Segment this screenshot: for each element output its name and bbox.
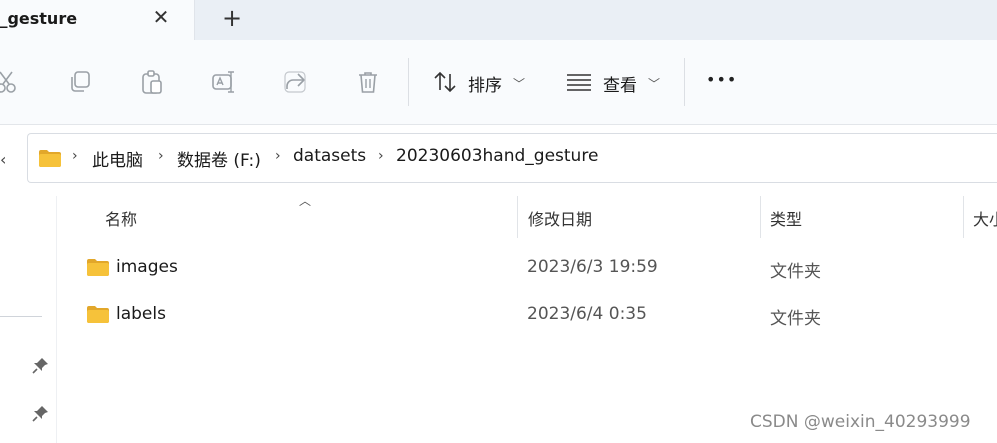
sort-ascending-icon: ︿ bbox=[299, 194, 312, 208]
chevron-right-icon: › bbox=[378, 148, 384, 164]
list-item[interactable]: labels 2023/6/4 0:35 文件夹 bbox=[60, 295, 997, 335]
paste-icon[interactable] bbox=[139, 69, 165, 95]
column-header-size-clip: 大小 bbox=[973, 196, 997, 238]
chevron-right-icon: › bbox=[72, 148, 78, 164]
breadcrumb-datasets[interactable]: datasets bbox=[293, 146, 366, 166]
nav-divider bbox=[0, 316, 42, 317]
delete-icon[interactable] bbox=[355, 69, 381, 95]
pin-icon[interactable] bbox=[32, 404, 50, 422]
sort-button[interactable]: 排序 ﹀ bbox=[430, 64, 530, 100]
more-options-icon[interactable]: ••• bbox=[706, 70, 737, 89]
breadcrumb-current-folder[interactable]: 20230603hand_gesture bbox=[396, 146, 598, 166]
folder-icon bbox=[39, 150, 61, 167]
tab-title: d_gesture bbox=[0, 9, 78, 28]
chevron-down-icon: ﹀ bbox=[648, 77, 661, 91]
chevron-right-icon: › bbox=[158, 148, 164, 164]
new-tab-icon[interactable]: + bbox=[219, 5, 245, 31]
chevron-right-icon: › bbox=[275, 148, 281, 164]
column-separator[interactable] bbox=[760, 196, 761, 238]
watermark-text: CSDN @weixin_40293999 bbox=[750, 412, 971, 432]
pin-icon[interactable] bbox=[32, 356, 50, 374]
breadcrumb-this-pc[interactable]: 此电脑 bbox=[92, 146, 143, 171]
chevron-left-icon[interactable]: ‹ bbox=[0, 150, 6, 169]
view-label: 查看 bbox=[603, 76, 637, 96]
column-separator[interactable] bbox=[517, 196, 518, 238]
sort-icon bbox=[434, 71, 456, 93]
column-separator[interactable] bbox=[963, 196, 964, 238]
file-date: 2023/6/3 19:59 bbox=[527, 257, 658, 277]
file-type: 文件夹 bbox=[770, 262, 821, 282]
column-header-name[interactable]: 名称 bbox=[105, 206, 137, 230]
column-header-type[interactable]: 类型 bbox=[770, 206, 802, 230]
breadcrumb-drive[interactable]: 数据卷 (F:) bbox=[177, 146, 261, 171]
folder-icon bbox=[87, 306, 109, 323]
sort-label: 排序 bbox=[468, 76, 502, 96]
folder-icon bbox=[87, 259, 109, 276]
close-icon[interactable]: ✕ bbox=[150, 6, 172, 28]
rename-icon[interactable] bbox=[211, 69, 237, 95]
toolbar-separator bbox=[408, 58, 409, 106]
file-type: 文件夹 bbox=[770, 309, 821, 329]
file-name: images bbox=[116, 257, 178, 277]
tab-active[interactable]: d_gesture ✕ bbox=[0, 0, 195, 40]
copy-icon[interactable] bbox=[67, 69, 93, 95]
view-icon bbox=[567, 74, 591, 91]
cut-icon[interactable] bbox=[0, 69, 20, 95]
chevron-down-icon: ﹀ bbox=[513, 77, 526, 91]
toolbar-separator bbox=[684, 58, 685, 106]
pane-divider bbox=[56, 196, 57, 443]
column-header-size[interactable]: 大小 bbox=[973, 206, 997, 230]
file-name: labels bbox=[116, 304, 166, 324]
share-icon[interactable] bbox=[283, 69, 309, 95]
file-date: 2023/6/4 0:35 bbox=[527, 304, 647, 324]
list-item[interactable]: images 2023/6/3 19:59 文件夹 bbox=[60, 248, 997, 288]
column-header-date[interactable]: 修改日期 bbox=[528, 206, 592, 230]
view-button[interactable]: 查看 ﹀ bbox=[566, 64, 666, 100]
